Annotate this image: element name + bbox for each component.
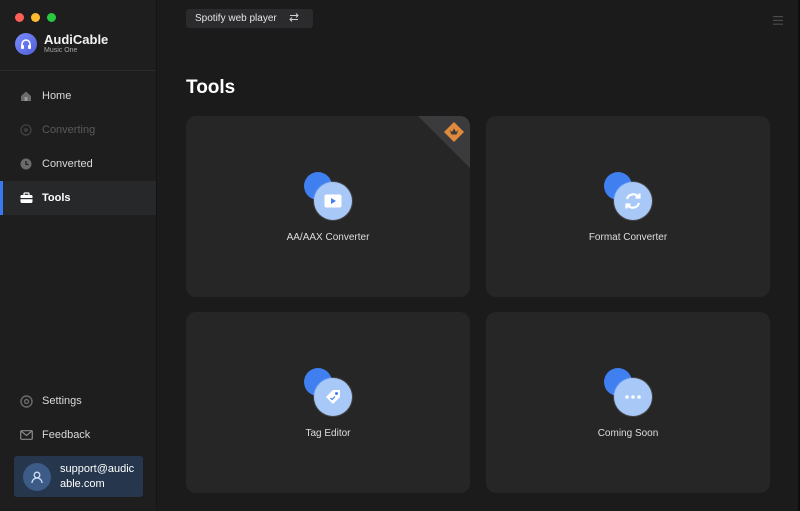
sidebar-item-home[interactable]: Home <box>0 79 156 113</box>
home-icon <box>19 89 33 103</box>
more-dots-icon <box>604 368 654 418</box>
tag-icon <box>304 368 354 418</box>
brand-subtitle: Music One <box>44 47 78 54</box>
tool-label: Format Converter <box>588 232 668 243</box>
tool-label: Tag Editor <box>305 428 351 439</box>
brand: AudiCable Music One <box>15 33 108 55</box>
refresh-icon <box>604 172 654 222</box>
sidebar-item-label: Converted <box>42 158 93 170</box>
sidebar-item-settings[interactable]: Settings <box>0 384 156 418</box>
sidebar-item-label: Home <box>42 90 72 102</box>
sidebar-divider <box>0 70 156 71</box>
account-card[interactable]: support@audicable.com <box>14 456 143 497</box>
sidebar-item-tools[interactable]: Tools <box>0 181 156 215</box>
sidebar-item-label: Tools <box>42 192 71 204</box>
maximize-window-button[interactable] <box>47 13 56 22</box>
sidebar-item-label: Converting <box>42 124 96 136</box>
gear-icon <box>19 394 33 408</box>
headphones-logo-icon <box>15 33 37 55</box>
tool-label: AA/AAX Converter <box>286 232 370 243</box>
video-play-icon <box>304 172 354 222</box>
tool-card-aa-aax-converter[interactable]: AA/AAX Converter <box>186 116 470 297</box>
sidebar-item-feedback[interactable]: Feedback <box>0 418 156 452</box>
converting-icon <box>19 123 33 137</box>
source-selector[interactable]: Spotify web player <box>186 9 313 28</box>
sidebar-bottom-nav: Settings Feedback <box>0 384 156 452</box>
page-title: Tools <box>186 77 236 98</box>
toolbox-icon <box>19 191 33 205</box>
swap-icon <box>289 12 299 25</box>
tool-card-coming-soon[interactable]: Coming Soon <box>486 312 770 493</box>
sidebar-nav: Home Converting Converted Tools <box>0 79 156 215</box>
mail-icon <box>19 428 33 442</box>
brand-name: AudiCable <box>44 32 109 47</box>
tool-card-format-converter[interactable]: Format Converter <box>486 116 770 297</box>
tool-card-tag-editor[interactable]: Tag Editor <box>186 312 470 493</box>
crown-icon <box>443 121 465 148</box>
close-window-button[interactable] <box>15 13 24 22</box>
account-email: support@audicable.com <box>60 462 135 490</box>
hamburger-icon[interactable] <box>773 12 783 30</box>
tool-label: Coming Soon <box>597 428 659 439</box>
source-label: Spotify web player <box>195 13 277 24</box>
sidebar-item-label: Feedback <box>42 429 91 441</box>
window-controls <box>15 13 56 22</box>
clock-icon <box>19 157 33 171</box>
minimize-window-button[interactable] <box>31 13 40 22</box>
user-avatar-icon <box>23 462 51 491</box>
sidebar-item-converted[interactable]: Converted <box>0 147 156 181</box>
sidebar: AudiCable Music One Home Converting Conv… <box>0 0 157 511</box>
sidebar-item-converting[interactable]: Converting <box>0 113 156 147</box>
sidebar-item-label: Settings <box>42 395 82 407</box>
